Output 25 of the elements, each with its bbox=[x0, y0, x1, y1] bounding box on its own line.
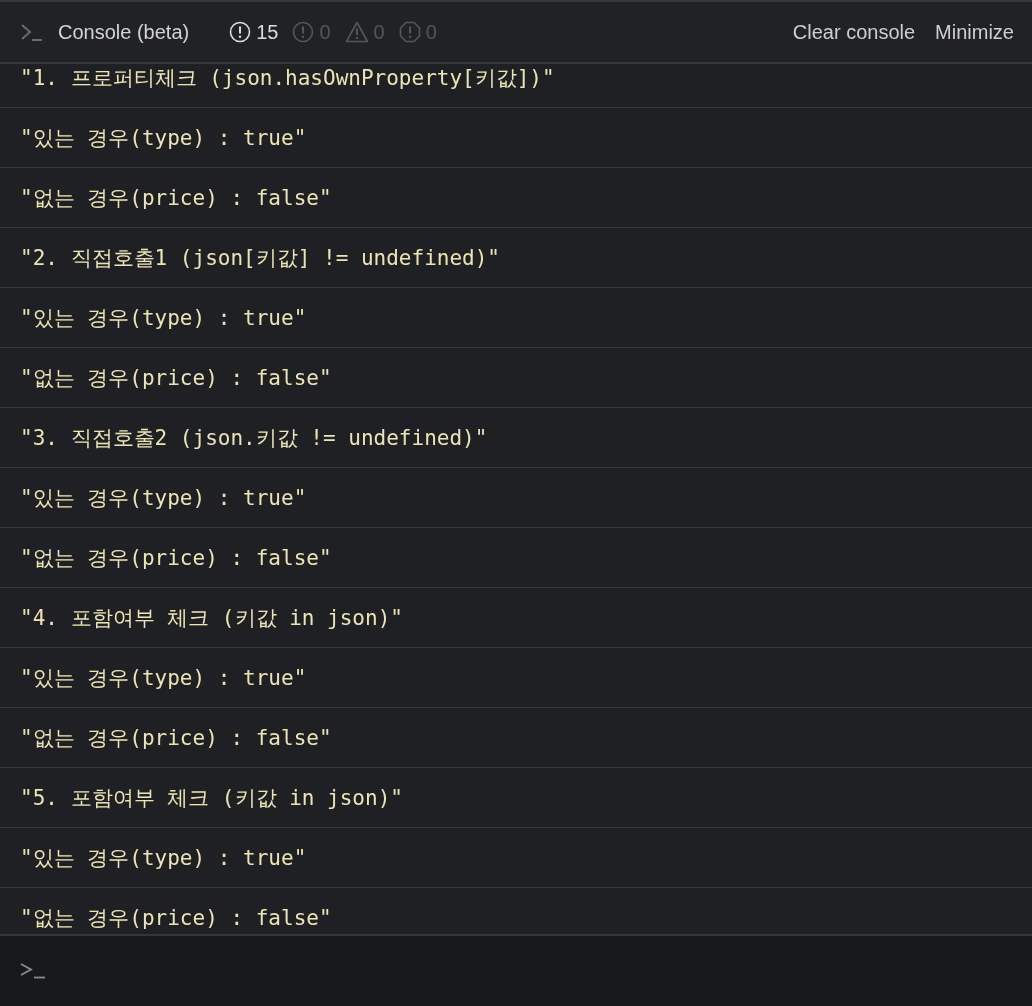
exclamation-circle-icon bbox=[229, 21, 252, 43]
log-entry: "없는 경우(price) : false" bbox=[0, 528, 1032, 588]
log-entry: "있는 경우(type) : true" bbox=[0, 288, 1032, 348]
exclamation-circle-icon bbox=[292, 21, 315, 43]
log-entry: "없는 경우(price) : false" bbox=[0, 348, 1032, 408]
console-input[interactable] bbox=[0, 934, 1032, 1006]
minimize-button[interactable]: Minimize bbox=[935, 20, 1014, 44]
log-entry: "있는 경우(type) : true" bbox=[0, 648, 1032, 708]
clear-console-button[interactable]: Clear console bbox=[792, 20, 916, 44]
log-entry: "5. 포함여부 체크 (키값 in json)" bbox=[0, 768, 1032, 828]
log-entry: "4. 포함여부 체크 (키값 in json)" bbox=[0, 588, 1032, 648]
terminal-icon bbox=[20, 22, 44, 42]
exclamation-octagon-icon bbox=[398, 21, 421, 43]
prompt-icon bbox=[20, 963, 46, 979]
log-entry: "3. 직접호출2 (json.키값 != undefined)" bbox=[0, 408, 1032, 468]
log-entry: "2. 직접호출1 (json[키값] != undefined)" bbox=[0, 228, 1032, 288]
log-filter-button[interactable]: 15 bbox=[229, 20, 279, 44]
log-entry: "없는 경우(price) : false" bbox=[0, 708, 1032, 768]
console-title: Console (beta) bbox=[58, 20, 190, 44]
log-entry: "없는 경우(price) : false" bbox=[0, 168, 1032, 228]
log-entry: "있는 경우(type) : true" bbox=[0, 468, 1032, 528]
warning-triangle-icon bbox=[344, 21, 369, 43]
log-entry: "있는 경우(type) : true" bbox=[0, 108, 1032, 168]
log-entry: "1. 프로퍼티체크 (json.hasOwnProperty[키값])" bbox=[0, 64, 1032, 108]
log-entry: "있는 경우(type) : true" bbox=[0, 828, 1032, 888]
